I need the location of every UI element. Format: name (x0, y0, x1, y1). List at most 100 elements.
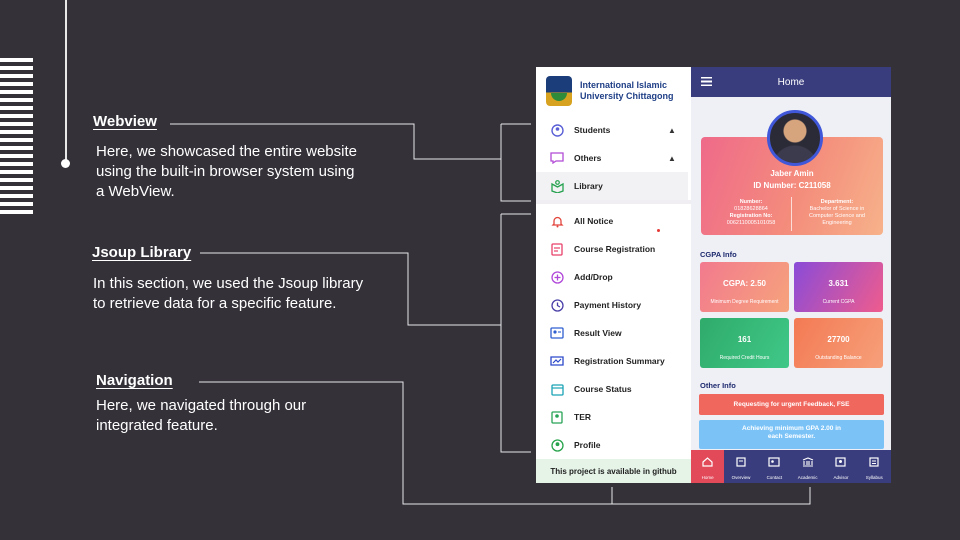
drawer-item-label: TER (574, 412, 591, 422)
tile-label: Required Credit Hours (719, 355, 770, 361)
drawer-item-others[interactable]: Others ▲ (536, 144, 688, 172)
result-view-icon (550, 326, 564, 340)
cgpa-section-title: CGPA Info (700, 250, 737, 259)
tile-label: Outstanding Balance (815, 355, 862, 361)
github-footer[interactable]: This project is available in github (536, 459, 691, 483)
drawer-item-ter[interactable]: TER (536, 403, 688, 431)
webview-description: Here, we showcased the entire website us… (96, 142, 357, 202)
student-department: Department: Bachelor of Science in Compu… (795, 199, 879, 227)
drawer-item-label: Library (574, 181, 603, 191)
drawer-item-label: Course Status (574, 384, 632, 394)
notice-card[interactable]: Achieving minimum GPA 2.00 in each Semes… (699, 420, 884, 449)
drawer-item-label: Result View (574, 328, 622, 338)
nav-label: Advisor (833, 474, 849, 480)
tile-label: Current CGPA (822, 299, 855, 305)
tile-value: 161 (737, 335, 752, 344)
slide: Webview Here, we showcased the entire we… (0, 0, 960, 540)
navigation-line: Here, we navigated through our (96, 397, 307, 414)
jsoup-description: In this section, we used the Jsoup libra… (93, 274, 363, 314)
department-value: Bachelor of Science in (809, 206, 865, 212)
student-numbers: Number: 01828628864 Registration No: 006… (713, 199, 789, 227)
nav-label: Contact (766, 474, 783, 480)
jsoup-heading: Jsoup Library (92, 244, 192, 261)
contact-icon (768, 454, 780, 472)
drawer-item-payment-history[interactable]: Payment History (536, 291, 688, 319)
department-value: Computer Science and (809, 213, 865, 219)
tile-value: CGPA: 2.50 (723, 279, 766, 288)
navigation-line: integrated feature. (96, 417, 218, 434)
nav-contact[interactable]: Contact (758, 450, 791, 483)
drawer-item-add-drop[interactable]: Add/Drop (536, 263, 688, 291)
tile-value: 27700 (827, 335, 850, 344)
navigation-drawer: International Islamic University Chittag… (536, 67, 691, 483)
profile-icon (550, 438, 564, 452)
nav-label: Home (701, 474, 714, 480)
other-info-title: Other Info (700, 381, 736, 390)
student-name: Jaber Amin (770, 169, 814, 178)
avatar (767, 110, 823, 166)
nav-overview[interactable]: Overview (724, 450, 757, 483)
number-value: 01828628864 (734, 206, 768, 212)
university-name-line: University Chittagong (580, 91, 674, 101)
balance-tile[interactable]: 27700 Outstanding Balance (794, 318, 883, 368)
credit-hours-tile[interactable]: 161 Required Credit Hours (700, 318, 789, 368)
navigation-description: Here, we navigated through our integrate… (96, 396, 306, 436)
university-name-line: International Islamic (580, 80, 668, 90)
drawer-item-label: Payment History (574, 300, 642, 310)
tile-label: Minimum Degree Requirement (710, 299, 779, 305)
drawer-item-all-notice[interactable]: All Notice (536, 207, 688, 235)
notice-card[interactable]: Requesting for urgent Feedback, FSE (699, 394, 884, 415)
department-value: Engineering (822, 220, 852, 226)
nav-advisor[interactable]: Advisor (824, 450, 857, 483)
bottom-navigation: Home Overview Contact Academic Advisor S… (691, 450, 891, 483)
registration-summary-icon (550, 354, 564, 368)
drawer-item-label: All Notice (574, 216, 614, 226)
nav-syllabus[interactable]: Syllabus (858, 450, 891, 483)
student-id: ID Number: C211058 (753, 181, 831, 190)
drawer-item-profile[interactable]: Profile (536, 431, 688, 459)
jsoup-line: In this section, we used the Jsoup libra… (93, 275, 364, 292)
drawer-item-result-view[interactable]: Result View (536, 319, 688, 347)
payment-history-icon (550, 298, 564, 312)
current-cgpa-tile[interactable]: 3.631 Current CGPA (794, 262, 883, 312)
nav-academic[interactable]: Academic (791, 450, 824, 483)
syllabus-icon (869, 454, 879, 472)
drawer-item-label: Others (574, 153, 602, 163)
page-title: Home (777, 76, 805, 88)
registration-label: Registration No: (729, 213, 773, 219)
drawer-item-label: Add/Drop (574, 272, 613, 282)
nav-home[interactable]: Home (691, 450, 725, 483)
navigation-heading: Navigation (96, 372, 173, 389)
add-drop-icon (550, 270, 564, 284)
top-app-bar: Home (691, 67, 891, 97)
jsoup-line: to retrieve data for a specific feature. (93, 295, 337, 312)
chevron-up-icon[interactable]: ▲ (668, 126, 680, 135)
drawer-item-label: Profile (574, 440, 601, 450)
drawer-item-students[interactable]: Students ▲ (536, 116, 688, 144)
course-registration-icon (550, 242, 564, 256)
notice-icon (550, 214, 564, 228)
webview-line: a WebView. (96, 183, 175, 200)
unread-dot (657, 229, 660, 232)
drawer-divider (536, 200, 691, 204)
webview-heading: Webview (93, 113, 157, 130)
number-label: Number: (739, 199, 763, 205)
home-icon (702, 454, 713, 472)
drawer-item-label: Registration Summary (574, 356, 665, 366)
students-icon (550, 123, 564, 137)
drawer-item-course-status[interactable]: Course Status (536, 375, 688, 403)
menu-icon[interactable] (701, 77, 712, 86)
tile-value: 3.631 (828, 279, 849, 288)
drawer-item-library[interactable]: Library (536, 172, 688, 200)
drawer-item-registration-summary[interactable]: Registration Summary (536, 347, 688, 375)
cgpa-tile[interactable]: CGPA: 2.50 Minimum Degree Requirement (700, 262, 789, 312)
webview-line: Here, we showcased the entire website (96, 143, 357, 160)
drawer-item-course-registration[interactable]: Course Registration (536, 235, 688, 263)
ter-icon (550, 410, 564, 424)
drawer-header: International Islamic University Chittag… (536, 67, 691, 115)
webview-line: using the built-in browser system using (96, 163, 355, 180)
chevron-up-icon[interactable]: ▲ (668, 154, 680, 163)
nav-label: Academic (797, 474, 818, 480)
drawer-item-label: Students (574, 125, 611, 135)
advisor-icon (835, 454, 847, 472)
